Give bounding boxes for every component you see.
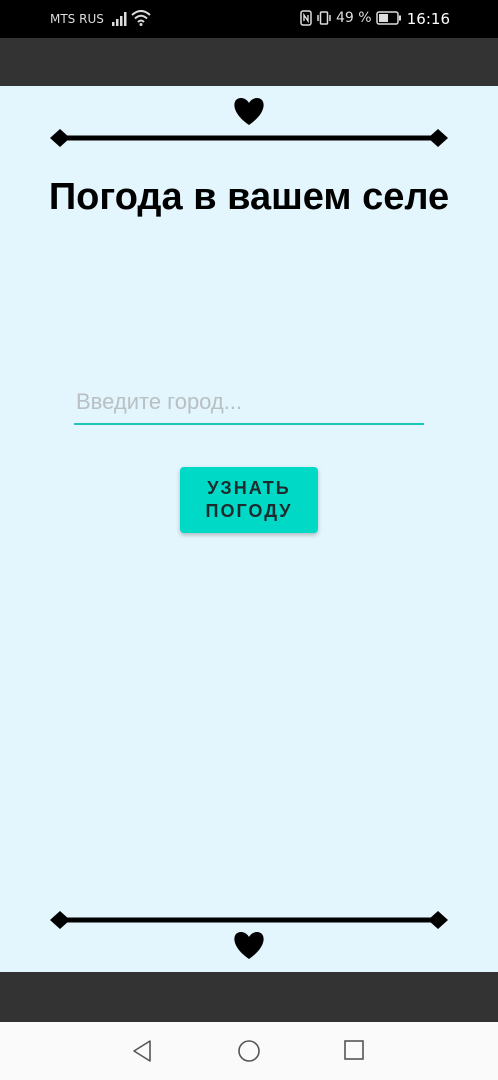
get-weather-button[interactable]: УЗНАТЬ ПОГОДУ (180, 467, 318, 533)
nfc-icon (300, 10, 312, 26)
system-nav-bar (0, 1022, 498, 1080)
diamond-left-icon (50, 911, 70, 929)
carrier-label: MTS RUS (50, 12, 104, 26)
city-input[interactable] (74, 385, 424, 425)
diamond-right-icon (428, 911, 448, 929)
button-label-line2: ПОГОДУ (205, 501, 293, 521)
clock: 16:16 (406, 10, 450, 28)
signal-icon (112, 12, 127, 26)
recents-icon[interactable] (343, 1039, 365, 1061)
battery-percent: 49 % (336, 10, 372, 26)
top-ornament-divider (50, 98, 448, 147)
back-icon[interactable] (131, 1039, 153, 1063)
status-bar: MTS RUS 49 % 16:16 (0, 0, 498, 38)
app-bar (0, 38, 498, 86)
diamond-right-icon (428, 129, 448, 147)
page-title: Погода в вашем селе (48, 176, 450, 218)
heart-icon (234, 98, 264, 125)
diamond-left-icon (50, 129, 70, 147)
button-label-line1: УЗНАТЬ (207, 478, 291, 498)
heart-icon (234, 932, 264, 959)
button-label: УЗНАТЬ ПОГОДУ (206, 477, 293, 523)
battery-icon (375, 11, 401, 25)
bottom-bar (0, 972, 498, 1022)
bottom-ornament-divider (50, 911, 448, 959)
wifi-icon (131, 10, 151, 26)
vibrate-icon (317, 11, 331, 25)
home-icon[interactable] (237, 1039, 261, 1063)
